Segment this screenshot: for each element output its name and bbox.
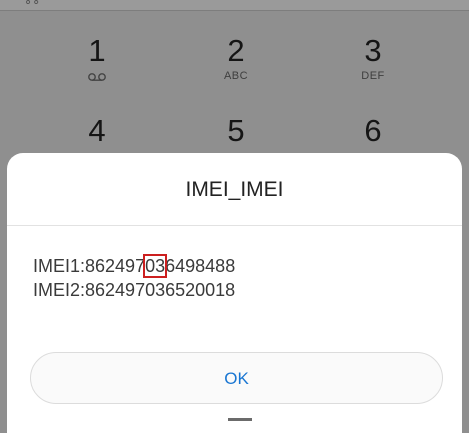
dialog-divider bbox=[7, 225, 462, 226]
home-indicator bbox=[228, 418, 252, 421]
key-digit: 1 bbox=[88, 33, 106, 68]
key-4[interactable]: 4 bbox=[37, 114, 157, 148]
imei1-suffix: 6498488 bbox=[165, 256, 236, 276]
key-digit: 3 bbox=[364, 33, 382, 68]
key-letters: DEF bbox=[361, 70, 385, 82]
key-digit: 5 bbox=[227, 113, 245, 148]
key-digit: 4 bbox=[88, 113, 106, 148]
key-digit: 6 bbox=[364, 113, 382, 148]
imei-dialog: IMEI_IMEI IMEI1:862497036498488 IMEI2:86… bbox=[7, 153, 462, 433]
imei1-highlighted-digits: 03 bbox=[143, 254, 168, 278]
imei1-digit: 7 bbox=[135, 256, 146, 276]
imei1-prefix: IMEI1:86249 bbox=[33, 256, 136, 276]
status-glyph: ∘∘ bbox=[24, 0, 41, 9]
key-1[interactable]: 1 bbox=[37, 34, 157, 82]
dialog-title: IMEI_IMEI bbox=[185, 178, 284, 201]
key-digit: 2 bbox=[227, 33, 245, 68]
key-3[interactable]: 3 DEF bbox=[313, 33, 433, 83]
imei2-line: IMEI2:862497036520018 bbox=[33, 280, 236, 300]
ok-button[interactable]: OK bbox=[30, 352, 443, 404]
top-status-remnant: ∘∘ bbox=[0, 0, 469, 11]
key-letters: ABC bbox=[223, 70, 249, 82]
voicemail-icon bbox=[88, 73, 106, 81]
key-2[interactable]: 2 ABC bbox=[176, 33, 296, 83]
key-5[interactable]: 5 bbox=[176, 114, 296, 148]
imei1-line: IMEI1:862497036498488 bbox=[33, 254, 236, 278]
key-6[interactable]: 6 bbox=[313, 114, 433, 148]
